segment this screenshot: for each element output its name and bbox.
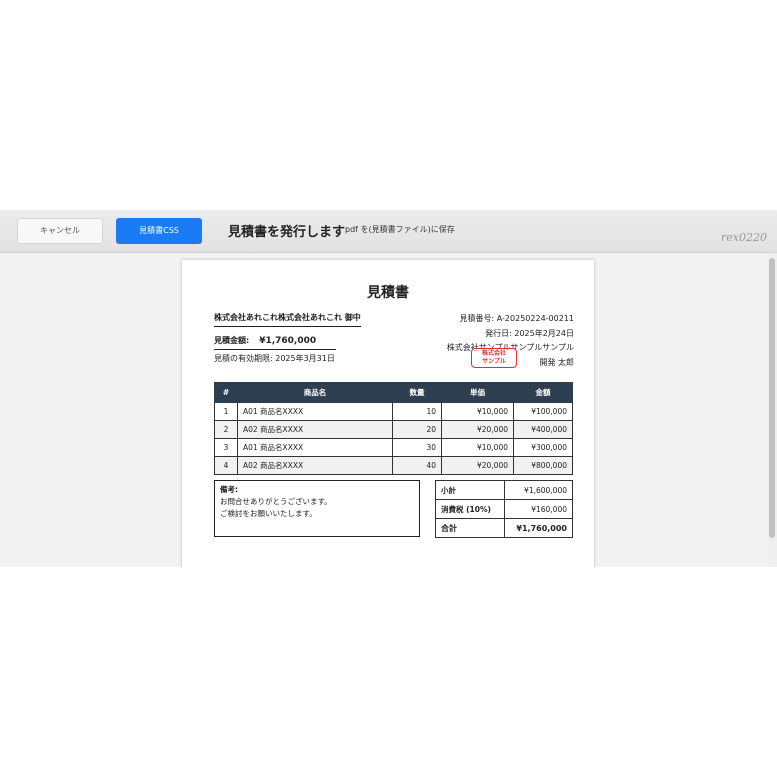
column-header-unit-price: 単価 [441,382,514,403]
subtotal-row: 小計 ¥1,600,000 [435,480,573,500]
row-amount: ¥400,000 [513,420,573,439]
quote-number: 見積番号: A-20250224-00211 [459,314,574,323]
row-no: 1 [214,402,238,421]
total-label: 合計 [435,518,505,538]
scrollbar[interactable] [768,254,777,567]
tax-row: 消費税 (10%) ¥160,000 [435,499,573,519]
row-amount: ¥800,000 [513,456,573,475]
row-quantity: 40 [392,456,442,475]
estimate-document: 見積書 株式会社あれこれ株式会社あれこれ 御中 見積金額: ¥1,760,000 … [182,260,594,567]
items-table: # 商品名 数量 単価 金額 1 A01 商品名XXXX 10 ¥10,000 … [214,382,573,475]
column-header-product: 商品名 [237,382,393,403]
total-value: ¥1,760,000 [504,518,573,538]
company-stamp: 株式会社 サンプル [471,348,517,368]
row-amount: ¥300,000 [513,438,573,457]
scrollbar-thumb[interactable] [769,258,775,538]
notes-title: 備考: [220,485,238,494]
column-header-quantity: 数量 [392,382,442,403]
estimate-amount: 見積金額: ¥1,760,000 [214,335,336,350]
row-quantity: 30 [392,438,442,457]
row-unit-price: ¥20,000 [441,456,514,475]
amount-value: ¥1,760,000 [259,336,317,346]
row-product: A01 商品名XXXX [237,402,393,421]
row-unit-price: ¥10,000 [441,438,514,457]
row-unit-price: ¥20,000 [441,420,514,439]
row-no: 4 [214,456,238,475]
tax-value: ¥160,000 [504,499,573,519]
notes-line-1: お問合せありがとうございます。 [220,497,332,506]
table-row: 2 A02 商品名XXXX 20 ¥20,000 ¥400,000 [214,420,573,439]
estimate-css-button[interactable]: 見積書CSS [116,218,202,244]
total-row: 合計 ¥1,760,000 [435,518,573,538]
row-unit-price: ¥10,000 [441,402,514,421]
cancel-button[interactable]: キャンセル [17,218,103,244]
row-quantity: 20 [392,420,442,439]
table-row: 3 A01 商品名XXXX 30 ¥10,000 ¥300,000 [214,438,573,457]
subtotal-label: 小計 [435,480,505,500]
issue-title: 見積書を発行します [228,225,346,240]
row-product: A01 商品名XXXX [237,438,393,457]
row-quantity: 10 [392,402,442,421]
column-header-amount: 金額 [513,382,573,403]
row-no: 2 [214,420,238,439]
stamp-line-2: サンプル [482,358,506,365]
row-no: 3 [214,438,238,457]
watermark: rex0220 [721,231,767,244]
notes-line-2: ご検討をお願いいたします。 [220,509,317,518]
tax-label: 消費税 (10%) [435,499,505,519]
row-product: A02 商品名XXXX [237,420,393,439]
stamp-line-1: 株式会社 [481,350,506,357]
recipient-name: 株式会社あれこれ株式会社あれこれ 御中 [214,312,361,327]
document-title: 見積書 [367,285,409,301]
notes-box: 備考: お問合せありがとうございます。 ご検討をお願いいたします。 [214,480,420,537]
row-product: A02 商品名XXXX [237,456,393,475]
validity-date: 見積の有効期限: 2025年3月31日 [214,354,335,363]
subtotal-value: ¥1,600,000 [504,480,573,500]
amount-label: 見積金額: [214,336,250,345]
save-destination-text: pdf を(見積書ファイル)に保存 [345,225,455,234]
table-row: 1 A01 商品名XXXX 10 ¥10,000 ¥100,000 [214,402,573,421]
table-header-row: # 商品名 数量 単価 金額 [214,382,573,403]
table-row: 4 A02 商品名XXXX 40 ¥20,000 ¥800,000 [214,456,573,475]
app-window: キャンセル 見積書CSS 見積書を発行します pdf を(見積書ファイル)に保存… [0,210,777,567]
row-amount: ¥100,000 [513,402,573,421]
column-header-no: # [214,382,238,403]
totals-table: 小計 ¥1,600,000 消費税 (10%) ¥160,000 合計 ¥1,7… [435,480,573,538]
issue-date: 発行日: 2025年2月24日 [485,328,574,338]
toolbar: キャンセル 見積書CSS 見積書を発行します pdf を(見積書ファイル)に保存… [0,210,777,253]
